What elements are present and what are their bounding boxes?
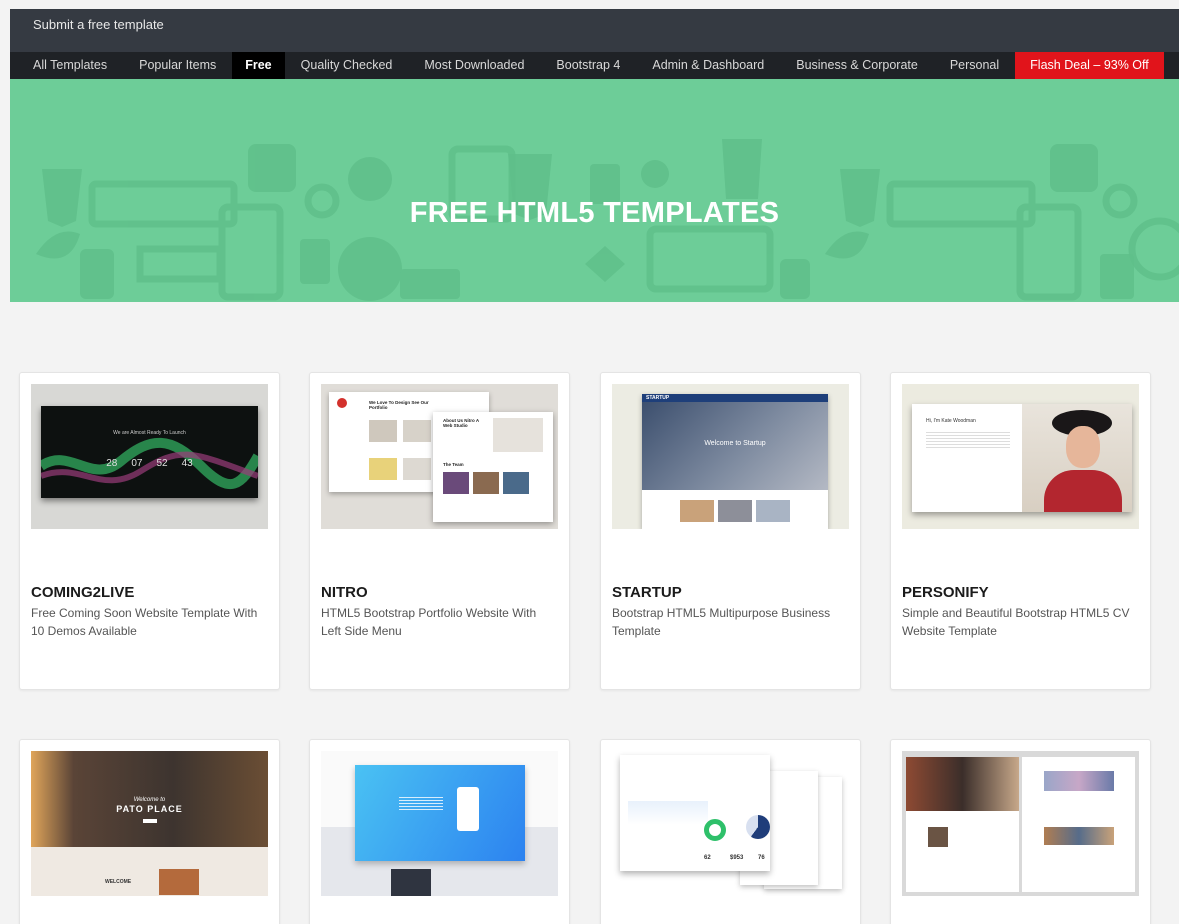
- hero-banner: FREE HTML5 TEMPLATES: [10, 79, 1179, 302]
- preview-image: [680, 500, 714, 522]
- preview-image: [493, 418, 543, 452]
- template-card-blog[interactable]: [890, 739, 1151, 924]
- countdown-seconds: 43: [181, 458, 193, 469]
- nav-item-quality-checked[interactable]: Quality Checked: [285, 52, 409, 79]
- template-card-pato-place[interactable]: Welcome to PATO PLACE WELCOME: [19, 739, 280, 924]
- card-title[interactable]: COMING2LIVE: [31, 584, 134, 601]
- preview-heading: About Us Nitro A Web Studio: [443, 418, 479, 428]
- preview-chart: [628, 801, 708, 825]
- nav-item-all-templates[interactable]: All Templates: [10, 52, 123, 79]
- preview-headline: Hi, I'm Kate Woodman: [926, 418, 976, 424]
- hero-title: FREE HTML5 TEMPLATES: [409, 197, 780, 229]
- template-card-coming2live[interactable]: We are Almost Ready To Launch 28 07 52 4…: [19, 372, 280, 690]
- phone-mockup: [457, 787, 479, 831]
- preview-screen: STARTUP Welcome to Startup: [642, 394, 828, 529]
- nav-item-bootstrap-4[interactable]: Bootstrap 4: [540, 52, 636, 79]
- top-bar: Submit a free template: [10, 9, 1179, 52]
- preview-image: [403, 458, 431, 480]
- preview-portrait: [928, 827, 948, 847]
- preview-text-block: [926, 430, 1010, 450]
- preview-headline: We are Almost Ready To Launch: [113, 430, 186, 436]
- preview-page-front: About Us Nitro A Web Studio The Team: [433, 412, 553, 522]
- template-card-personify[interactable]: Hi, I'm Kate Woodman PERSONIFY Simple an…: [890, 372, 1151, 690]
- pie-chart: [746, 815, 770, 839]
- preview-brand: STARTUP: [646, 395, 670, 401]
- card-description: HTML5 Bootstrap Portfolio Website With L…: [321, 606, 537, 638]
- card-title[interactable]: STARTUP: [612, 584, 682, 601]
- preview-dark-panel: [391, 869, 431, 896]
- wave-graphic: [41, 437, 258, 490]
- preview-button: [143, 819, 157, 823]
- preview-section-title: WELCOME: [105, 879, 132, 885]
- card-description: Simple and Beautiful Bootstrap HTML5 CV …: [902, 606, 1130, 638]
- nav-item-popular-items[interactable]: Popular Items: [123, 52, 232, 79]
- preview-page-right: [1022, 757, 1135, 892]
- template-thumbnail[interactable]: Hi, I'm Kate Woodman: [902, 384, 1139, 529]
- card-description: Bootstrap HTML5 Multipurpose Business Te…: [612, 606, 831, 638]
- preview-food-image: [159, 869, 199, 895]
- preview-stat: $953: [730, 855, 744, 861]
- face-shape: [1066, 426, 1100, 468]
- preview-heading: We Love To Design See Our Portfolio: [369, 400, 429, 410]
- preview-headline: Welcome to Startup: [704, 440, 766, 447]
- team-photo: [473, 472, 499, 494]
- card-title[interactable]: PERSONIFY: [902, 584, 989, 601]
- preview-screen: 62 $953: [620, 755, 770, 871]
- preview-stat: 76: [758, 855, 765, 861]
- dress-shape: [1044, 470, 1122, 512]
- preview-image: [369, 458, 397, 480]
- category-nav: All Templates Popular Items Free Quality…: [10, 52, 1179, 79]
- team-photo: [503, 472, 529, 494]
- template-thumbnail[interactable]: We Love To Design See Our Portfolio Abou…: [321, 384, 558, 529]
- template-card-app-landing[interactable]: [309, 739, 570, 924]
- preview-image: [369, 420, 397, 442]
- nav-item-flash-deal[interactable]: Flash Deal – 93% Off: [1015, 52, 1164, 79]
- template-thumbnail[interactable]: STARTUP Welcome to Startup: [612, 384, 849, 529]
- preview-hero-image: [906, 757, 1019, 811]
- template-card-startup[interactable]: STARTUP Welcome to Startup STARTUP Boots…: [600, 372, 861, 690]
- page-left-edge: [0, 9, 10, 924]
- preview-screen: Hi, I'm Kate Woodman: [912, 404, 1132, 512]
- countdown-hours: 07: [131, 458, 143, 469]
- team-photo: [443, 472, 469, 494]
- preview-line1: Welcome to: [133, 797, 166, 803]
- template-card-admin-dashboard[interactable]: 62 $953 76: [600, 739, 861, 924]
- nav-item-business-corporate[interactable]: Business & Corporate: [780, 52, 934, 79]
- hero-pattern: [36, 139, 1179, 301]
- card-title[interactable]: NITRO: [321, 584, 368, 601]
- nav-item-personal[interactable]: Personal: [934, 52, 1015, 79]
- preview-page-left: [906, 757, 1019, 892]
- donut-chart: [704, 819, 726, 841]
- template-thumbnail[interactable]: 62 $953 76: [612, 751, 849, 896]
- preview-image: [403, 420, 431, 442]
- preview-portrait: [1022, 404, 1132, 512]
- template-thumbnail[interactable]: [902, 751, 1139, 896]
- template-thumbnail[interactable]: Welcome to PATO PLACE WELCOME: [31, 751, 268, 896]
- countdown: 28 07 52 43: [41, 458, 258, 469]
- preview-image: [1044, 771, 1114, 791]
- template-thumbnail[interactable]: We are Almost Ready To Launch 28 07 52 4…: [31, 384, 268, 529]
- logo-badge: [337, 398, 347, 408]
- page-top-strip: [0, 0, 1179, 9]
- preview-screen: We are Almost Ready To Launch 28 07 52 4…: [41, 406, 258, 498]
- template-thumbnail[interactable]: [321, 751, 558, 896]
- nav-item-most-downloaded[interactable]: Most Downloaded: [408, 52, 540, 79]
- template-card-nitro[interactable]: We Love To Design See Our Portfolio Abou…: [309, 372, 570, 690]
- preview-screen: [355, 765, 525, 861]
- preview-stat: 62: [704, 855, 711, 861]
- preview-nav: [642, 394, 828, 402]
- countdown-days: 28: [106, 458, 118, 469]
- preview-line2: PATO PLACE: [116, 804, 183, 814]
- preview-image: [718, 500, 752, 522]
- countdown-minutes: 52: [156, 458, 168, 469]
- submit-template-link[interactable]: Submit a free template: [33, 17, 164, 32]
- nav-item-free[interactable]: Free: [232, 52, 285, 79]
- nav-item-admin-dashboard[interactable]: Admin & Dashboard: [636, 52, 780, 79]
- preview-heading: The Team: [443, 462, 464, 467]
- preview-image: [1044, 827, 1114, 845]
- card-description: Free Coming Soon Website Template With 1…: [31, 606, 258, 638]
- preview-text-block: [399, 795, 443, 811]
- preview-image: [756, 500, 790, 522]
